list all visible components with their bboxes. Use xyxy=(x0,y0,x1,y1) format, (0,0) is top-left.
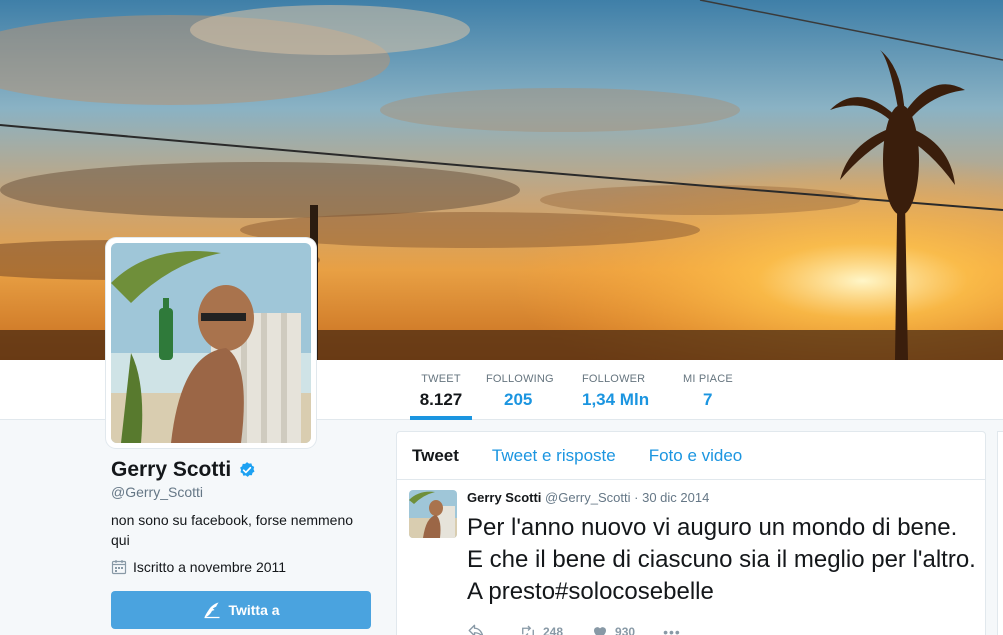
reply-button[interactable] xyxy=(467,623,491,635)
retweet-button[interactable]: 248 xyxy=(519,623,563,635)
verified-badge-icon xyxy=(240,462,255,477)
tweet-handle[interactable]: @Gerry_Scotti xyxy=(545,490,630,505)
tweet-avatar[interactable] xyxy=(409,490,457,538)
profile-name-row: Gerry Scotti xyxy=(111,458,256,482)
stat-label: TWEET xyxy=(421,373,461,385)
stat-tweets[interactable]: TWEET 8.127 xyxy=(410,360,472,420)
profile-avatar[interactable] xyxy=(106,238,316,448)
stat-likes[interactable]: MI PIACE 7 xyxy=(683,360,733,420)
like-button[interactable]: 930 xyxy=(591,623,635,635)
profile-name[interactable]: Gerry Scotti xyxy=(111,458,231,482)
retweet-count: 248 xyxy=(543,625,564,635)
more-icon: ••• xyxy=(663,624,681,635)
stat-value: 8.127 xyxy=(419,390,463,409)
tweet-to-button[interactable]: Twitta a xyxy=(111,591,371,629)
tab-media[interactable]: Foto e video xyxy=(649,446,743,466)
stat-followers[interactable]: FOLLOWER 1,34 Mln xyxy=(582,360,649,420)
heart-icon xyxy=(594,627,607,635)
tweet-text: Per l'anno nuovo vi auguro un mondo di b… xyxy=(467,514,976,605)
stat-value: 205 xyxy=(504,390,533,409)
stat-label: FOLLOWING xyxy=(486,373,554,385)
like-count: 930 xyxy=(615,625,636,635)
tweet-to-label: Twitta a xyxy=(228,602,280,618)
tweet-date[interactable]: 30 dic 2014 xyxy=(642,490,709,505)
tweet-separator: · xyxy=(634,490,639,505)
right-module-edge xyxy=(997,431,1003,635)
calendar-icon xyxy=(111,560,127,575)
tweet-item[interactable]: Gerry Scotti @Gerry_Scotti · 30 dic 2014… xyxy=(397,480,985,635)
stat-label: MI PIACE xyxy=(683,373,733,385)
timeline: Tweet Tweet e risposte Foto e video Gerr… xyxy=(396,431,986,635)
tab-tweets-replies[interactable]: Tweet e risposte xyxy=(492,446,616,466)
reply-icon xyxy=(468,624,484,635)
more-button[interactable]: ••• xyxy=(663,624,681,635)
tweet-header: Gerry Scotti @Gerry_Scotti · 30 dic 2014 xyxy=(467,490,973,508)
timeline-tabs: Tweet Tweet e risposte Foto e video xyxy=(397,432,985,480)
profile-handle[interactable]: @Gerry_Scotti xyxy=(111,484,203,500)
tab-tweets[interactable]: Tweet xyxy=(412,446,459,466)
retweet-icon xyxy=(522,625,534,635)
profile-join-date: Iscritto a novembre 2011 xyxy=(111,559,286,575)
profile-bio: non sono su facebook, forse nemmeno qui xyxy=(111,512,354,548)
stat-value: 1,34 Mln xyxy=(582,390,650,409)
stat-following[interactable]: FOLLOWING 205 xyxy=(486,360,554,420)
join-date-text: Iscritto a novembre 2011 xyxy=(133,559,287,575)
stat-value: 7 xyxy=(703,390,713,409)
quill-icon xyxy=(204,602,220,619)
tweet-author[interactable]: Gerry Scotti xyxy=(467,490,541,505)
stat-label: FOLLOWER xyxy=(582,373,646,385)
tweet-actions: 248 930 ••• xyxy=(467,623,973,635)
